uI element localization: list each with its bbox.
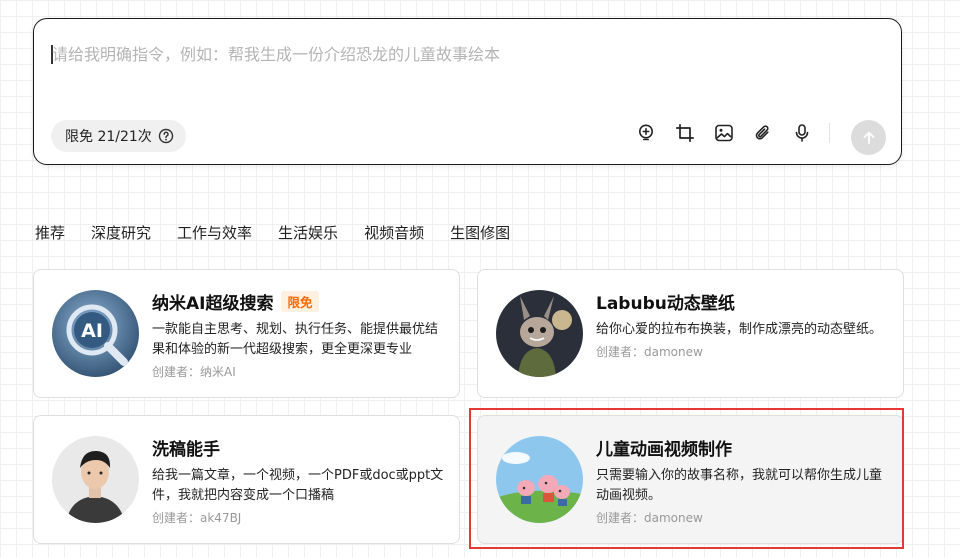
agent-card-rewrite-master[interactable]: 洗稿能手 给我一篇文章，一个视频，一个PDF或doc或ppt文件，我就把内容变成… — [33, 415, 460, 544]
add-bulb-icon[interactable] — [634, 121, 658, 145]
card-description: 给我一篇文章，一个视频，一个PDF或doc或ppt文件，我就把内容变成一个口播稿 — [152, 468, 444, 503]
mic-icon[interactable] — [790, 121, 814, 145]
help-circle-icon[interactable] — [158, 128, 174, 144]
send-button[interactable] — [851, 120, 886, 155]
card-title: 纳米AI超级搜索 — [152, 293, 274, 314]
tab-life-entertainment[interactable]: 生活娱乐 — [278, 222, 338, 243]
toolbar-divider — [829, 123, 830, 143]
card-description: 只需要输入你的故事名称，我就可以帮你生成儿童动画视频。 — [596, 468, 883, 503]
category-tabs: 推荐 深度研究 工作与效率 生活娱乐 视频音频 生图修图 — [35, 222, 510, 243]
avatar: AI — [52, 290, 139, 377]
tab-work-efficiency[interactable]: 工作与效率 — [177, 222, 252, 243]
prompt-box[interactable]: 限免 21/21次 — [33, 18, 902, 165]
quota-pill[interactable]: 限免 21/21次 — [51, 120, 186, 152]
free-badge: 限免 — [281, 290, 319, 312]
avatar — [52, 436, 139, 523]
attach-icon[interactable] — [751, 121, 775, 145]
prompt-input[interactable] — [52, 39, 872, 69]
tab-video-audio[interactable]: 视频音频 — [364, 222, 424, 243]
avatar-ai-text: AI — [81, 320, 103, 342]
card-title: 儿童动画视频制作 — [596, 439, 732, 460]
agent-card-labubu-wallpaper[interactable]: Labubu动态壁纸 给你心爱的拉布布换装，制作成漂亮的动态壁纸。 创建者：da… — [477, 269, 904, 398]
agent-card-kids-animation[interactable]: 儿童动画视频制作 只需要输入你的故事名称，我就可以帮你生成儿童动画视频。 创建者… — [477, 415, 904, 544]
card-author: 创建者：纳米AI — [152, 365, 236, 379]
avatar — [496, 290, 583, 377]
toolbar — [634, 121, 830, 145]
card-title: Labubu动态壁纸 — [596, 293, 735, 314]
tab-image-edit[interactable]: 生图修图 — [450, 222, 510, 243]
agent-card-nano-search[interactable]: AI 纳米AI超级搜索 限免 一款能自主思考、规划、执行任务、能提供最优结果和体… — [33, 269, 460, 398]
tab-deep-research[interactable]: 深度研究 — [91, 222, 151, 243]
avatar — [496, 436, 583, 523]
card-title: 洗稿能手 — [152, 439, 220, 460]
crop-icon[interactable] — [673, 121, 697, 145]
image-icon[interactable] — [712, 121, 736, 145]
arrow-up-icon — [863, 131, 874, 144]
card-author: 创建者：ak47BJ — [152, 511, 242, 525]
tab-recommended[interactable]: 推荐 — [35, 222, 65, 243]
card-author: 创建者：damonew — [596, 511, 703, 525]
card-author: 创建者：damonew — [596, 345, 703, 359]
quota-label: 限免 21/21次 — [65, 129, 152, 145]
card-description: 一款能自主思考、规划、执行任务、能提供最优结果和体验的新一代超级搜索，更全更深更… — [152, 322, 439, 357]
card-description: 给你心爱的拉布布换装，制作成漂亮的动态壁纸。 — [596, 322, 883, 337]
